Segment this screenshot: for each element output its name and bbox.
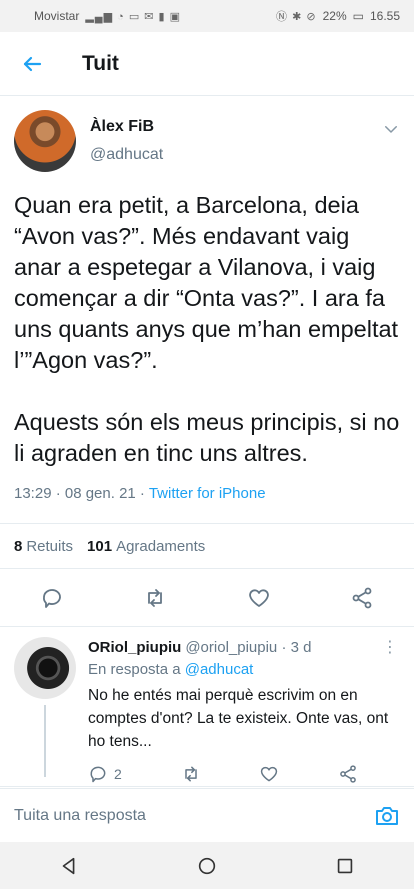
retweets-stat[interactable]: 8 Retuits [14, 538, 73, 555]
reply-author-handle[interactable]: @oriol_piupiu [185, 639, 277, 656]
tweet-source-link[interactable]: Twitter for iPhone [149, 485, 266, 502]
reply-input[interactable] [14, 806, 374, 825]
battery-icon: ▭ [352, 9, 364, 23]
reply-retweet-button[interactable] [181, 764, 201, 784]
system-icons: Ⓝ ✱ ⊘ [276, 11, 317, 23]
reply-age: · 3 d [281, 638, 312, 656]
signal-icons: ▂▄▆ ◔ ▭ ✉ ▮ ▣ [85, 10, 182, 23]
author-display-name[interactable]: Àlex FiB [90, 118, 163, 136]
compose-bar [0, 788, 414, 842]
back-arrow-icon[interactable] [20, 52, 44, 76]
thread-line [44, 705, 46, 777]
nav-recents-icon[interactable] [334, 855, 356, 877]
tweet-text: Quan era petit, a Barcelona, deia “Avon … [14, 192, 400, 466]
share-icon [340, 765, 356, 783]
like-heart-icon [261, 766, 278, 782]
reply-prefix: En resposta a [88, 661, 185, 678]
reply-icon [90, 766, 106, 783]
camera-icon[interactable] [374, 804, 400, 828]
reply-share-button[interactable] [338, 764, 358, 784]
tweet-timestamp: 13:29 · 08 gen. 21 · [14, 485, 149, 502]
avatar[interactable] [14, 637, 76, 699]
tweet-author: Àlex FiB @adhucat [14, 110, 400, 172]
more-options-icon[interactable]: ⋮ [382, 637, 398, 657]
page-title: Tuit [82, 51, 119, 75]
share-icon[interactable] [350, 586, 374, 610]
system-nav-bar [0, 842, 414, 889]
tweet-stats: 8 Retuits 101 Agradaments [0, 523, 414, 569]
carrier-label: Movistar [34, 9, 80, 23]
reply-author-name[interactable]: ORiol_piupiu [88, 639, 181, 656]
tweet-actions [0, 569, 414, 627]
status-bar: Movistar ▂▄▆ ◔ ▭ ✉ ▮ ▣ Ⓝ ✱ ⊘ 22% ▭ 16.55 [0, 0, 414, 32]
nav-back-icon[interactable] [58, 855, 80, 877]
main-tweet: Àlex FiB @adhucat Quan era petit, a Barc… [0, 96, 414, 502]
reply-to-link[interactable]: @adhucat [185, 661, 254, 678]
app-header: Tuit [0, 32, 414, 96]
likes-stat[interactable]: 101 Agradaments [87, 538, 205, 555]
clock: 16.55 [369, 9, 400, 23]
author-handle[interactable]: @adhucat [90, 146, 163, 164]
reply-tweet[interactable]: ORiol_piupiu @oriol_piupiu · 3 d ⋮ En re… [0, 627, 414, 787]
reply-actions: 2 [88, 764, 358, 784]
battery-percent: 22% [322, 9, 347, 23]
reply-icon[interactable] [40, 586, 64, 610]
nav-home-icon[interactable] [196, 855, 218, 877]
reply-count: 2 [114, 766, 122, 782]
reply-context: En resposta a @adhucat [88, 661, 398, 678]
avatar[interactable] [14, 110, 76, 172]
tweet-meta: 13:29 · 08 gen. 21 · Twitter for iPhone [14, 485, 400, 502]
retweet-icon[interactable] [143, 586, 167, 610]
chevron-down-icon[interactable] [382, 120, 400, 138]
reply-text: No he entés mai perquè escrivim on en co… [88, 687, 393, 750]
retweet-icon [184, 766, 197, 782]
reply-like-button[interactable] [259, 764, 279, 784]
like-heart-icon[interactable] [247, 586, 271, 610]
reply-reply-button[interactable]: 2 [88, 764, 122, 784]
